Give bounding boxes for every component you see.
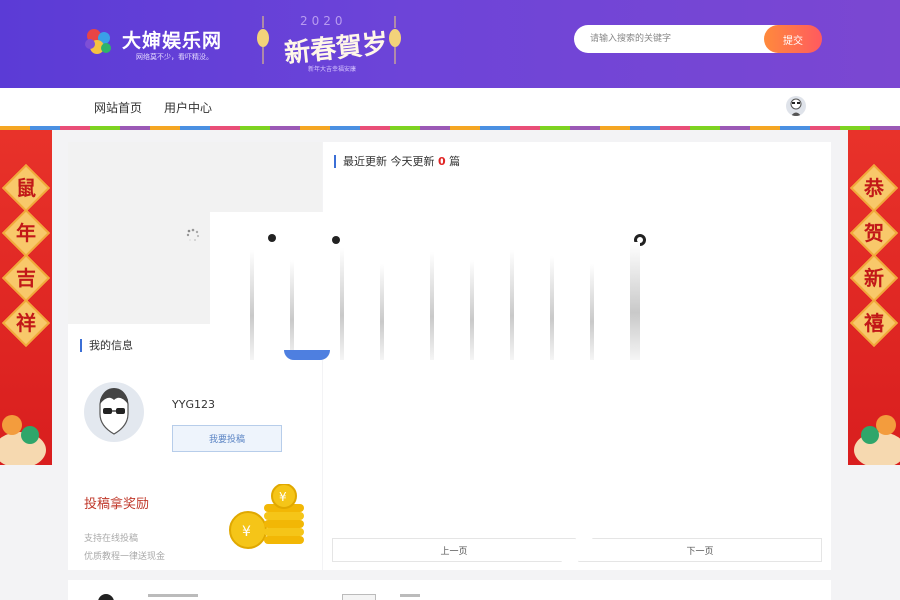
logo-title: 大婶娱乐网 bbox=[122, 30, 223, 52]
banner-char: 年 bbox=[16, 221, 36, 245]
right-festive-banner: 恭 贺 新 禧 bbox=[848, 130, 900, 465]
blur-bar bbox=[510, 250, 514, 360]
reward-line-1: 支持在线投稿 bbox=[84, 534, 139, 544]
flower-logo-icon bbox=[85, 29, 111, 54]
search-input[interactable] bbox=[574, 25, 784, 53]
banner-char: 禧 bbox=[864, 311, 884, 335]
decorative-stripe bbox=[0, 126, 900, 130]
banner-char: 鼠 bbox=[16, 176, 36, 200]
banner-char: 贺 bbox=[864, 221, 884, 245]
blur-mark bbox=[268, 234, 276, 242]
next-page-button[interactable]: 下一页 bbox=[578, 538, 822, 562]
nav-item-user-center[interactable]: 用户中心 bbox=[164, 99, 212, 116]
svg-text:¥: ¥ bbox=[242, 524, 251, 540]
banner-char: 吉 bbox=[16, 266, 36, 290]
blur-bar bbox=[590, 264, 594, 360]
banner-char: 新 bbox=[864, 266, 884, 290]
gold-coins-icon: ¥ ¥ bbox=[229, 484, 304, 549]
today-unit: 篇 bbox=[449, 155, 461, 168]
search-bar: 提交 bbox=[574, 25, 822, 53]
blur-bar bbox=[430, 252, 434, 360]
today-label: 今天更新 bbox=[390, 155, 435, 168]
blur-arc bbox=[284, 350, 330, 360]
recent-updates-heading: 最近更新 今天更新 0 篇 bbox=[334, 155, 460, 168]
thumbnail-icon[interactable] bbox=[342, 594, 376, 600]
festival-year: 2020 bbox=[300, 14, 347, 28]
blur-mark bbox=[332, 236, 340, 244]
left-festive-banner: 鼠 年 吉 祥 bbox=[0, 130, 52, 465]
submit-article-button[interactable]: 我要投稿 bbox=[172, 425, 282, 452]
recent-title: 最近更新 bbox=[343, 155, 387, 168]
main-nav: 网站首页 用户中心 bbox=[0, 88, 900, 126]
loading-spinner-icon bbox=[186, 228, 200, 241]
user-icon bbox=[98, 594, 114, 600]
cloud-decoration-icon bbox=[0, 415, 46, 465]
cloud-decoration-icon bbox=[854, 415, 900, 465]
profile-username: YYG123 bbox=[172, 398, 215, 411]
blur-bar bbox=[290, 260, 294, 360]
blur-bar bbox=[250, 250, 254, 360]
blur-bar bbox=[470, 260, 474, 360]
banner-char: 恭 bbox=[864, 176, 884, 200]
blur-bar bbox=[340, 248, 344, 360]
blur-bar bbox=[550, 256, 554, 360]
site-logo[interactable]: 大婶娱乐网 网络莫不少，看吓精没。 bbox=[82, 22, 232, 66]
lantern-icon bbox=[257, 16, 269, 64]
text-placeholder bbox=[148, 594, 198, 597]
site-header: 大婶娱乐网 网络莫不少，看吓精没。 2020 新春賀岁 新年大吉幸福安康 提交 bbox=[0, 0, 900, 88]
profile-avatar[interactable] bbox=[84, 382, 144, 442]
banner-char: 祥 bbox=[16, 311, 36, 335]
blur-bar bbox=[380, 264, 384, 360]
user-avatar-icon[interactable] bbox=[786, 96, 806, 116]
logo-subtitle: 网络莫不少，看吓精没。 bbox=[136, 53, 213, 61]
reward-line-2: 优质教程一律送现金 bbox=[84, 552, 166, 562]
loading-overlay bbox=[210, 212, 650, 360]
bottom-content-strip bbox=[68, 580, 831, 600]
festival-subtitle: 新年大吉幸福安康 bbox=[308, 66, 357, 73]
today-count: 0 bbox=[438, 155, 446, 168]
my-info-heading: 我的信息 bbox=[80, 339, 133, 352]
festival-banner: 2020 新春賀岁 新年大吉幸福安康 bbox=[248, 12, 418, 76]
svg-text:¥: ¥ bbox=[279, 490, 287, 504]
prev-page-button[interactable]: 上一页 bbox=[332, 538, 576, 562]
lantern-icon bbox=[389, 16, 401, 64]
text-placeholder bbox=[400, 594, 420, 597]
reward-heading[interactable]: 投稿拿奖励 bbox=[84, 493, 149, 512]
blur-bar bbox=[630, 242, 640, 360]
search-submit-button[interactable]: 提交 bbox=[764, 25, 822, 53]
nav-item-home[interactable]: 网站首页 bbox=[94, 99, 142, 116]
